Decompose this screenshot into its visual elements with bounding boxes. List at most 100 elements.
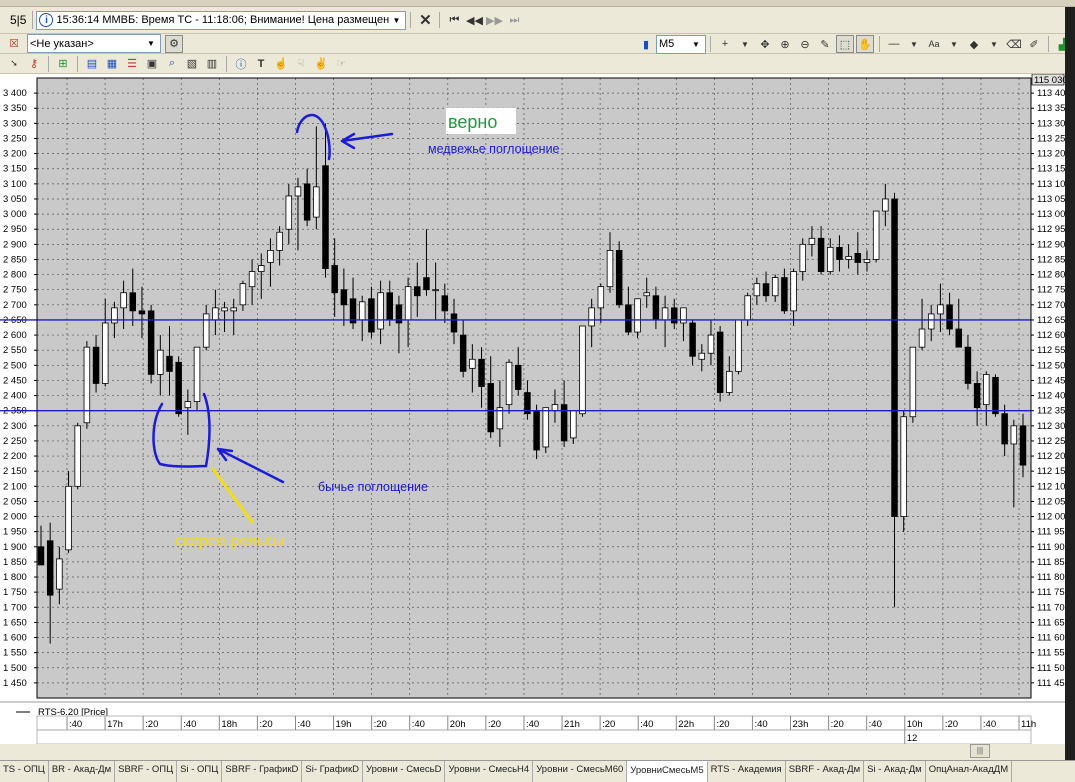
tab-5[interactable]: SBRF - ГрафикD	[222, 761, 303, 782]
candle-bull[interactable]	[753, 283, 761, 297]
trader-select[interactable]: <Не указан> ▼	[27, 34, 161, 53]
stops-icon[interactable]: ▧	[183, 55, 201, 73]
candle-bull[interactable]	[927, 313, 935, 330]
bar-chart-icon[interactable]: ▮	[637, 35, 655, 53]
forward-icon[interactable]: ▶▶	[485, 11, 503, 29]
candlestick-chart[interactable]: 3 400 3 350 3 300 3 250 3 200 3 150 3 100 3 050…	[0, 74, 1065, 744]
tab-12[interactable]: SBRF - Акад-Дм	[786, 761, 865, 782]
chevron-down-icon[interactable]: ▼	[945, 35, 963, 53]
candle-bull[interactable]	[909, 346, 917, 418]
candle-bear[interactable]	[891, 198, 898, 517]
candle-bull[interactable]	[358, 301, 366, 321]
scroll-handle[interactable]: |||	[970, 744, 990, 758]
candle-bull[interactable]	[726, 370, 733, 393]
select-tool-icon[interactable]: ⬚	[836, 35, 854, 53]
first-page-icon[interactable]: ⏮	[445, 11, 463, 29]
candle-bear[interactable]	[652, 295, 660, 321]
new-window-icon[interactable]: ⊞	[54, 55, 72, 73]
candle-bull[interactable]	[74, 425, 81, 487]
candle-bear[interactable]	[368, 298, 375, 333]
tab-3[interactable]: SBRF - ОПЦ	[115, 761, 178, 782]
candle-bear[interactable]	[689, 322, 696, 357]
candle-bull[interactable]	[101, 322, 109, 384]
candle-bear[interactable]	[615, 249, 623, 306]
candle-bear[interactable]	[1019, 425, 1027, 466]
plot-area[interactable]	[37, 78, 1031, 698]
candle-bear[interactable]	[37, 546, 45, 566]
candle-bull[interactable]	[606, 249, 614, 288]
tab-13[interactable]: Si - Акад-Дм	[864, 761, 926, 782]
candle-bull[interactable]	[239, 283, 247, 306]
tab-11[interactable]: RTS - Академия	[708, 761, 786, 782]
move-icon[interactable]: ✥	[756, 35, 774, 53]
candle-bear[interactable]	[836, 246, 843, 260]
tab-1[interactable]: TS - ОПЦ	[0, 761, 49, 782]
candle-bull[interactable]	[771, 277, 779, 297]
timeframe-select[interactable]: M5 ▼	[656, 34, 706, 54]
candle-bull[interactable]	[276, 231, 283, 251]
tab-6[interactable]: Si- ГрафикD	[302, 761, 363, 782]
report-icon[interactable]: ▥	[203, 55, 221, 73]
candle-bull[interactable]	[157, 349, 164, 375]
candle-bear[interactable]	[817, 237, 825, 272]
candle-bear[interactable]	[423, 277, 430, 291]
candle-bull[interactable]	[193, 346, 201, 403]
pencil-icon[interactable]: ✎	[816, 35, 834, 53]
candle-bull[interactable]	[404, 286, 412, 321]
candle-bear[interactable]	[138, 310, 146, 315]
chart-panel[interactable]: 3 400 3 350 3 300 3 250 3 200 3 150 3 100 3 050…	[0, 74, 1065, 744]
text-tool-icon[interactable]: T	[252, 55, 270, 73]
candle-bull[interactable]	[863, 259, 871, 263]
eraser-icon[interactable]: ⌫	[1005, 35, 1023, 53]
candle-bear[interactable]	[973, 383, 981, 409]
candle-bull[interactable]	[882, 198, 889, 212]
candle-bull[interactable]	[937, 304, 944, 315]
candle-bull[interactable]	[808, 237, 816, 245]
hands-icon[interactable]: ✌	[312, 55, 330, 73]
candle-bull[interactable]	[744, 295, 751, 321]
candle-bear[interactable]	[92, 346, 100, 384]
status-message-select[interactable]: i 15:36:14 ММВБ: Время ТС - 11:18:06; Вн…	[36, 10, 407, 30]
candle-bear[interactable]	[625, 304, 632, 333]
candle-bull[interactable]	[680, 307, 687, 324]
candle-bull[interactable]	[230, 307, 237, 312]
candle-bull[interactable]	[799, 243, 806, 272]
zoom-in-icon[interactable]: ⊕	[776, 35, 794, 53]
candle-bull[interactable]	[588, 307, 595, 327]
candle-bull[interactable]	[248, 271, 256, 288]
tab-9[interactable]: Уровни - СмесьM60	[533, 761, 628, 782]
candle-bull[interactable]	[579, 325, 586, 415]
trader-settings-icon[interactable]: ⚙	[165, 34, 183, 53]
brush-icon[interactable]: ✐	[1025, 35, 1043, 53]
rewind-icon[interactable]: ◀◀	[465, 11, 483, 29]
chevron-down-icon[interactable]: ▼	[905, 35, 923, 53]
candle-bull[interactable]	[551, 404, 559, 412]
candle-bull[interactable]	[872, 210, 880, 260]
candle-bear[interactable]	[964, 346, 972, 384]
candle-bear[interactable]	[46, 540, 54, 596]
candle-bull[interactable]	[258, 265, 265, 272]
candle-bull[interactable]	[469, 358, 476, 369]
candle-bull[interactable]	[377, 292, 384, 330]
candle-bull[interactable]	[918, 328, 926, 348]
key-icon[interactable]: ⚷	[25, 55, 43, 73]
candle-bear[interactable]	[955, 328, 963, 348]
hand-icon[interactable]: ✋	[856, 35, 874, 53]
candle-bear[interactable]	[340, 289, 348, 306]
candle-bull[interactable]	[184, 401, 192, 409]
candle-bear[interactable]	[716, 331, 724, 393]
quotes-icon[interactable]: ▦	[103, 55, 121, 73]
chevron-down-icon[interactable]: ▼	[985, 35, 1003, 53]
arrow-down-icon[interactable]: ➘	[5, 55, 23, 73]
pointer-icon[interactable]: ☞	[332, 55, 350, 73]
candle-bull[interactable]	[790, 271, 797, 312]
search-table-icon[interactable]: ⌕	[163, 55, 181, 73]
candle-bear[interactable]	[322, 165, 329, 269]
candle-bull[interactable]	[285, 195, 293, 230]
candle-bull[interactable]	[505, 361, 513, 406]
candle-bull[interactable]	[56, 558, 63, 590]
candle-bull[interactable]	[735, 319, 742, 372]
candle-bear[interactable]	[166, 355, 173, 372]
candle-bear[interactable]	[854, 253, 862, 263]
candle-bull[interactable]	[845, 256, 852, 260]
